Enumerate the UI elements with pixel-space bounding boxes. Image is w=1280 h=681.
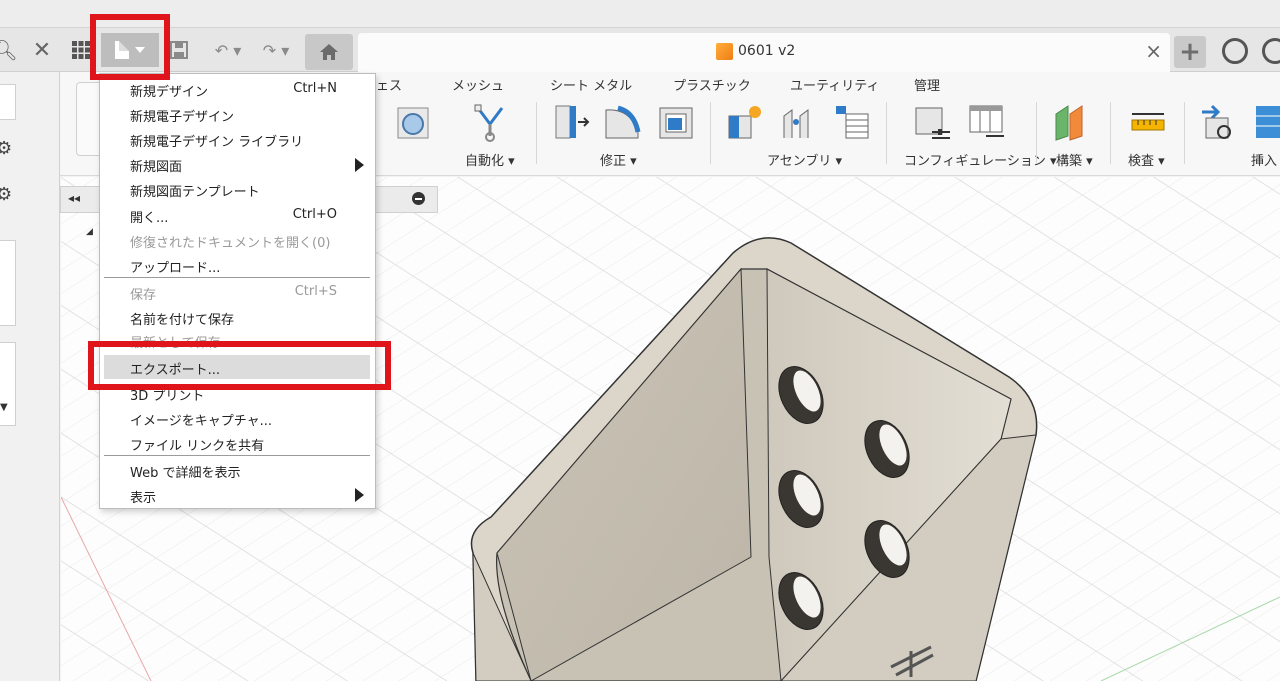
left-panel-box (0, 84, 16, 120)
press-pull-icon[interactable] (550, 102, 590, 142)
ribbon-divider (536, 102, 537, 164)
clock-icon[interactable] (1222, 38, 1248, 64)
measure-icon[interactable] (1128, 102, 1168, 142)
insert-derive-icon[interactable] (1198, 102, 1238, 142)
design-cube-icon (716, 43, 733, 60)
shortcut-new-design: Ctrl+N (293, 81, 337, 96)
ribbon-group-insert[interactable]: 挿入 (1251, 150, 1277, 169)
ribbon-group-assemble[interactable]: アセンブリ ▾ (767, 150, 842, 169)
shell-icon[interactable] (656, 102, 696, 142)
export-highlight (88, 341, 391, 390)
ribbon-group-automate[interactable]: 自動化 ▾ (465, 150, 515, 169)
menu-item-open-recovered[interactable]: 修復されたドキュメントを開く(0) (130, 232, 330, 251)
ribbon-group-construct[interactable]: 構築 ▾ (1056, 150, 1093, 169)
home-icon (320, 44, 338, 60)
menu-item-view[interactable]: 表示 (130, 487, 156, 506)
menu-item-new-drawing[interactable]: 新規図面 (130, 156, 182, 175)
menu-item-share-link[interactable]: ファイル リンクを共有 (130, 435, 264, 454)
ribbon-tab[interactable]: ェス (376, 75, 402, 94)
menu-item-save[interactable]: 保存 (130, 284, 156, 303)
menu-item-open[interactable]: 開く... (130, 207, 168, 226)
menu-item-view-details-web[interactable]: Web で詳細を表示 (130, 462, 240, 481)
close-tab-icon[interactable]: × (1145, 39, 1162, 63)
document-title: 0601 v2 (738, 43, 796, 59)
minus-circle-icon[interactable] (412, 192, 425, 205)
ribbon-divider (1184, 102, 1185, 164)
chevron-down-icon[interactable]: ▼ (0, 402, 8, 413)
ribbon-group-modify[interactable]: 修正 ▾ (600, 150, 637, 169)
ribbon-tab[interactable]: ユーティリティ (790, 75, 879, 94)
settings-icon[interactable]: ⚙ (0, 184, 12, 205)
ribbon-tab[interactable]: プラスチック (673, 75, 751, 94)
close-icon[interactable]: ✕ (30, 34, 54, 66)
plus-icon[interactable]: + (1174, 36, 1206, 68)
search-icon[interactable]: 🔍︎ (0, 34, 18, 66)
shortcut-save: Ctrl+S (294, 284, 337, 299)
ribbon-group-configuration[interactable]: コンフィギュレーション ▾ (904, 150, 1057, 169)
left-panel-box (0, 240, 16, 326)
redo-icon[interactable]: ↷ ▾ (256, 34, 296, 66)
home-button[interactable] (305, 34, 353, 70)
shortcut-open: Ctrl+O (292, 207, 337, 222)
new-component-icon[interactable] (725, 102, 765, 142)
configuration-icon[interactable] (912, 102, 952, 142)
left-panel-box (0, 342, 16, 426)
config-table-icon[interactable] (966, 102, 1006, 142)
ribbon-tab[interactable]: 管理 (914, 75, 940, 94)
undo-icon[interactable]: ↶ ▾ (210, 34, 246, 66)
ribbon-divider (1036, 102, 1037, 164)
tree-expand-icon[interactable]: ◢ (86, 227, 93, 237)
ribbon-tab[interactable]: シート メタル (550, 75, 632, 94)
grid-icon[interactable] (70, 34, 92, 66)
ribbon-group-inspect[interactable]: 検査 ▾ (1128, 150, 1165, 169)
surface-icon[interactable] (394, 102, 434, 142)
menu-separator (104, 455, 370, 456)
collapse-icon[interactable]: ◂◂ (68, 191, 80, 205)
insert-mesh-icon[interactable] (1254, 102, 1280, 142)
file-button-highlight (90, 14, 170, 80)
menu-item-capture-image[interactable]: イメージをキャプチャ... (130, 410, 272, 429)
ribbon-divider (710, 102, 711, 164)
menu-item-new-drawing-template[interactable]: 新規図面テンプレート (130, 181, 260, 200)
joint-icon[interactable] (778, 102, 818, 142)
gear-icon[interactable]: ⚙ (0, 138, 12, 159)
fillet-icon[interactable] (602, 102, 642, 142)
menu-item-save-as[interactable]: 名前を付けて保存 (130, 309, 234, 328)
file-dropdown-menu: 新規デザイン Ctrl+N 新規電子デザイン 新規電子デザイン ライブラリ 新規… (99, 73, 376, 509)
automate-icon[interactable] (470, 102, 510, 142)
window-top-strip (0, 0, 1280, 28)
menu-item-new-design[interactable]: 新規デザイン (130, 81, 208, 100)
document-tab[interactable]: 0601 v2 × (358, 33, 1170, 72)
submenu-arrow-icon (355, 488, 364, 502)
menu-separator (104, 277, 370, 278)
ribbon-divider (886, 102, 887, 164)
menu-item-new-electronics-design[interactable]: 新規電子デザイン (130, 106, 234, 125)
submenu-arrow-icon (355, 158, 364, 172)
menu-item-upload[interactable]: アップロード... (130, 257, 220, 276)
left-side-column: ⚙ ⚙ ▼ (0, 72, 60, 681)
menu-item-new-electronics-library[interactable]: 新規電子デザイン ライブラリ (130, 131, 303, 150)
bom-table-icon[interactable] (832, 102, 872, 142)
offset-plane-icon[interactable] (1052, 102, 1092, 142)
ribbon-tab[interactable]: メッシュ (452, 75, 504, 94)
ribbon-divider (1110, 102, 1111, 164)
